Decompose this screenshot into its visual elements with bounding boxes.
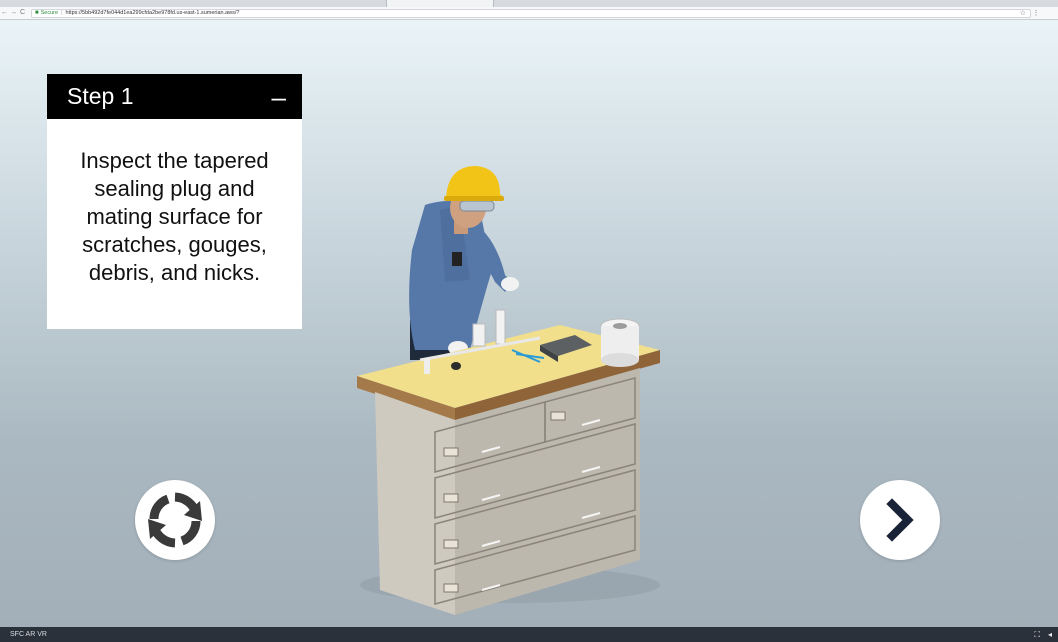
step-panel: Step 1 – Inspect the tapered sealing plu…	[47, 74, 302, 329]
bookmark-star-icon[interactable]: ☆	[1020, 9, 1026, 17]
lock-icon: ■	[35, 10, 39, 16]
fullscreen-icon[interactable]: ⛶	[1034, 630, 1040, 640]
secure-label: Secure	[40, 10, 59, 16]
workbench	[357, 325, 660, 615]
restart-icon	[148, 492, 202, 548]
browser-address-bar: ← → C ■ Secure | https://5bb492d7fe044d1…	[0, 7, 1058, 20]
forward-icon[interactable]: →	[9, 7, 18, 19]
settings-icon[interactable]: ◂	[1048, 630, 1052, 640]
next-step-button[interactable]	[860, 480, 940, 560]
browser-menu-icon[interactable]: ⋮	[1031, 9, 1041, 17]
chevron-right-icon	[886, 498, 914, 542]
step-title: Step 1	[67, 83, 134, 109]
footer-bar: SFC AR VR ⛶ ◂	[0, 627, 1058, 642]
browser-tab[interactable]	[386, 0, 494, 7]
url-text: https://5bb492d7fe044d1ea299cfda2be978fd…	[65, 10, 240, 16]
back-icon[interactable]: ←	[0, 7, 9, 19]
url-field[interactable]: ■ Secure | https://5bb492d7fe044d1ea299c…	[31, 8, 1031, 18]
url-separator: |	[61, 10, 63, 16]
footer-controls: ⛶ ◂	[1034, 630, 1052, 640]
browser-tab-strip	[0, 0, 1058, 7]
scene-viewport[interactable]: Step 1 – Inspect the tapered sealing plu…	[0, 20, 1058, 627]
collapse-button[interactable]: –	[272, 84, 286, 110]
app-label: SFC AR VR	[10, 631, 47, 638]
step-header: Step 1 –	[47, 74, 302, 119]
step-instruction: Inspect the tapered sealing plug and mat…	[80, 148, 269, 285]
reload-icon[interactable]: C	[18, 7, 27, 19]
restart-button[interactable]	[135, 480, 215, 560]
